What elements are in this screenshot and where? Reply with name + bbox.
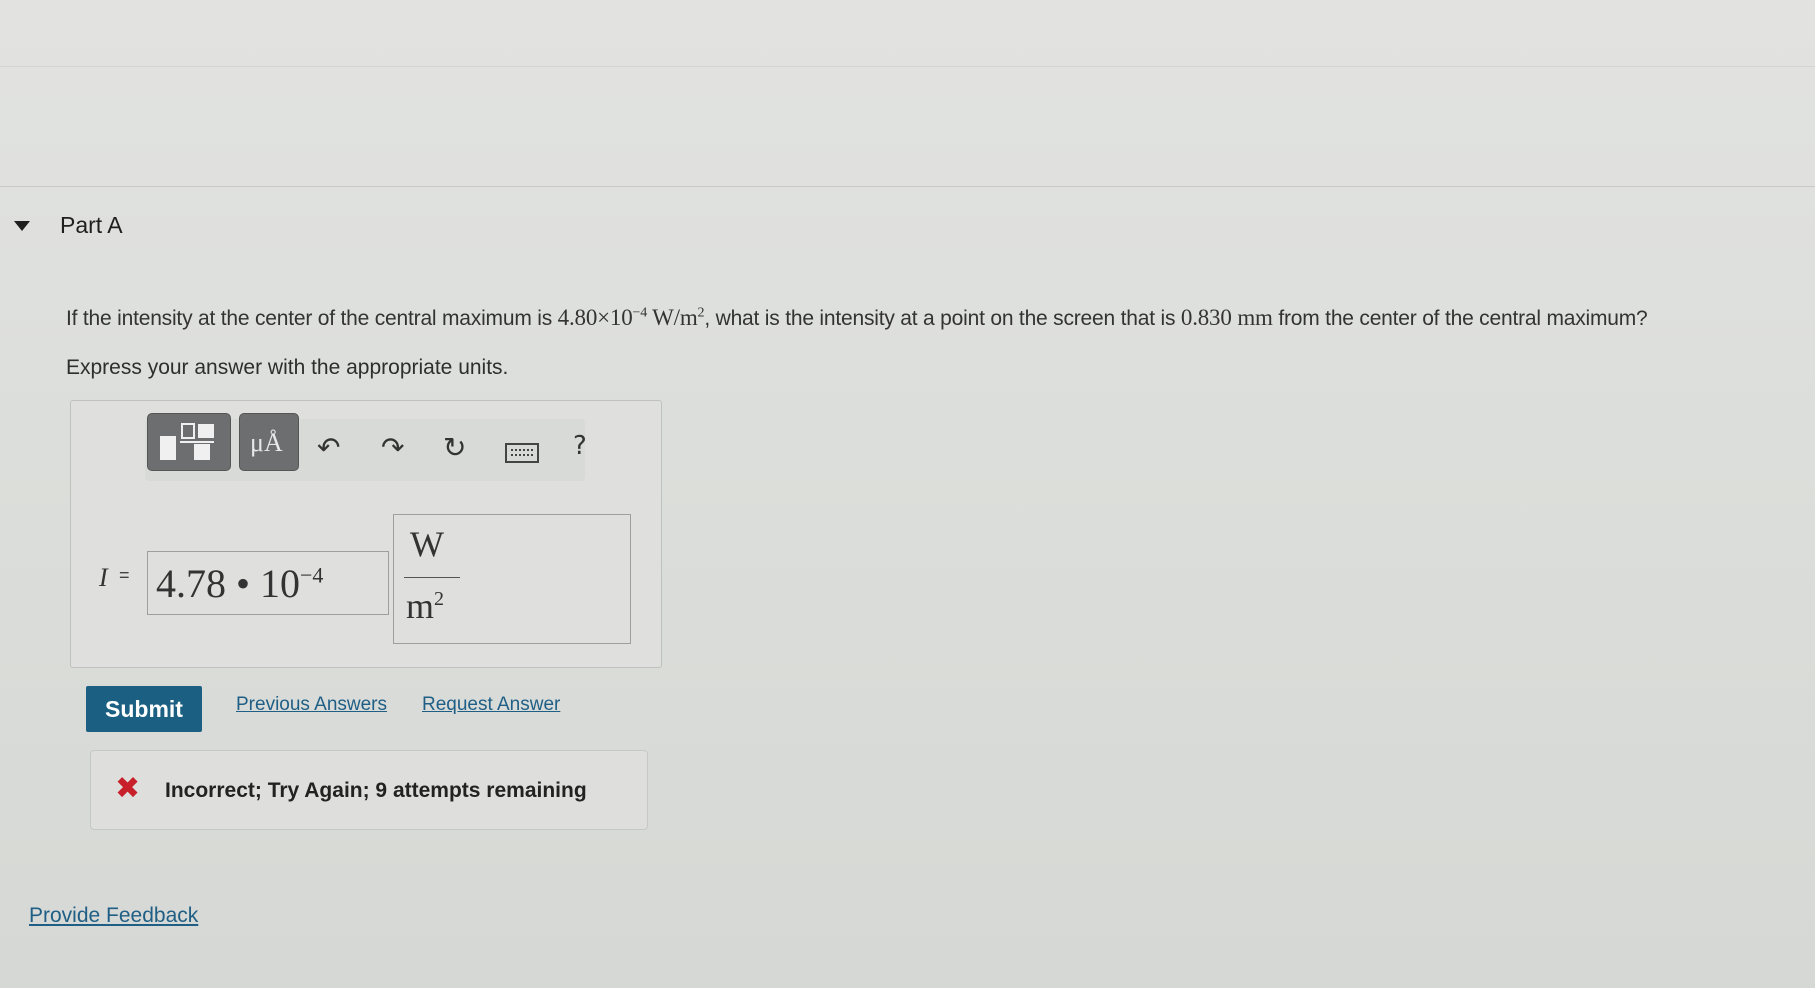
question-prefix: If the intensity at the center of the ce… [66,307,553,330]
units-button[interactable]: μÅ [239,413,299,471]
answer-variable: I [99,563,108,592]
question-text: If the intensity at the center of the ce… [66,305,1648,331]
top-faint-divider [0,66,1815,67]
submit-button[interactable]: Submit [86,686,202,732]
request-answer-link[interactable]: Request Answer [422,694,560,716]
answer-equals: = [119,565,130,585]
fraction-bar [404,577,460,578]
keyboard-icon [505,443,539,463]
units-icon: μÅ [250,428,283,457]
unit-input[interactable]: W m2 [393,514,631,644]
given-intensity-mantissa: 4.80×10 [557,305,633,330]
given-intensity: 4.80×10−4 W/m2 [558,305,705,330]
question-middle: , what is the intensity at a point on th… [704,307,1176,330]
provide-feedback-link[interactable]: Provide Feedback [29,904,198,928]
feedback-message-box: ✖ Incorrect; Try Again; 9 attempts remai… [90,750,648,830]
given-distance-value: 0.830 [1180,305,1232,330]
answer-instructions: Express your answer with the appropriate… [66,356,509,379]
help-button[interactable]: ? [573,431,587,461]
answer-panel: μÅ ↶ ↷ ↻ ? I = 4.78 • 10−4 W m2 [70,400,662,668]
previous-answers-link[interactable]: Previous Answers [236,694,387,716]
undo-button[interactable]: ↶ [317,431,340,464]
part-title: Part A [60,212,123,238]
unit-denominator: m2 [406,585,444,627]
section-divider [0,186,1815,187]
unit-denominator-exponent: 2 [434,588,445,610]
value-exponent: −4 [300,562,324,588]
value-mantissa: 4.78 • 10 [156,561,301,606]
redo-button[interactable]: ↷ [381,431,404,464]
reset-icon: ↻ [443,431,467,464]
given-intensity-exponent: −4 [632,305,648,321]
value-input-text: 4.78 • 10−4 [156,560,323,607]
undo-icon: ↶ [317,431,341,464]
unit-denominator-base: m [406,586,435,626]
templates-button[interactable] [147,413,231,471]
collapse-triangle-icon[interactable] [14,220,30,231]
templates-icon [160,423,214,460]
incorrect-x-icon: ✖ [115,771,141,806]
unit-numerator: W [410,524,444,564]
redo-icon: ↷ [381,431,405,464]
keyboard-button[interactable] [505,439,539,472]
given-distance-unit: mm [1237,305,1273,330]
feedback-message: Incorrect; Try Again; 9 attempts remaini… [165,779,587,802]
value-input[interactable]: 4.78 • 10−4 [147,551,389,615]
help-icon: ? [573,431,587,461]
given-intensity-unit: W/m [652,305,698,330]
question-suffix: from the center of the central maximum? [1278,307,1648,330]
reset-button[interactable]: ↻ [443,431,466,464]
part-header[interactable]: Part A [14,212,123,239]
